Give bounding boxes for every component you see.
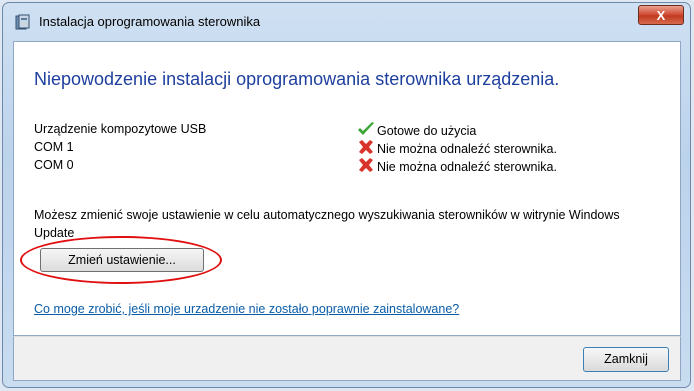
window-close-button[interactable]: X — [638, 5, 684, 25]
device-name: COM 0 — [34, 158, 74, 172]
error-x-icon — [357, 139, 377, 158]
window-title: Instalacja oprogramowania sterownika — [39, 14, 261, 29]
content-area: Niepowodzenie instalacji oprogramowania … — [13, 41, 681, 336]
device-status-text: Nie można odnaleźć sterownika. — [377, 141, 557, 156]
title-bar[interactable]: Instalacja oprogramowania sterownika X — [3, 3, 690, 41]
error-x-icon — [357, 157, 377, 176]
device-status: Nie można odnaleźć sterownika. — [357, 139, 557, 158]
close-button[interactable]: Zamknij — [583, 347, 669, 372]
page-title: Niepowodzenie instalacji oprogramowania … — [34, 69, 560, 89]
device-name: Urządzenie kompozytowe USB — [34, 122, 207, 136]
device-status-text: Nie można odnaleźć sterownika. — [377, 159, 557, 174]
windows-update-info: Możesz zmienić swoje ustawienie w celu a… — [34, 208, 620, 240]
device-status: Gotowe do użycia — [357, 121, 476, 140]
driver-install-icon — [15, 14, 31, 30]
dialog-footer: Zamknij — [13, 336, 681, 381]
change-setting-button[interactable]: Zmień ustawienie... — [40, 248, 204, 272]
check-icon — [357, 121, 377, 140]
help-link[interactable]: Co moge zrobić, jeśli moje urzadzenie ni… — [34, 302, 459, 316]
device-status-text: Gotowe do użycia — [377, 123, 477, 138]
dialog-window: Instalacja oprogramowania sterownika X N… — [2, 2, 691, 388]
device-status: Nie można odnaleźć sterownika. — [357, 157, 557, 176]
device-name: COM 1 — [34, 140, 74, 154]
